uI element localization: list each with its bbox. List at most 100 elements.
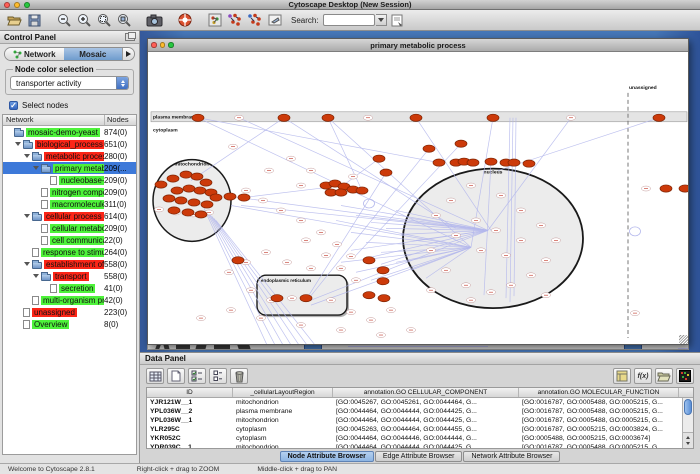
tree-row[interactable]: metabolic process280(0) <box>3 150 136 162</box>
expand-arrow-icon[interactable] <box>24 262 30 266</box>
search-dropdown-button[interactable] <box>376 14 387 26</box>
vizmapper-button[interactable] <box>205 11 224 29</box>
network-node[interactable] <box>278 114 290 121</box>
network-node[interactable] <box>380 169 392 176</box>
network-node[interactable] <box>363 292 375 299</box>
tree-row[interactable]: establishment of lo558(0) <box>3 258 136 270</box>
tree-row[interactable]: cellular metabo209(0) <box>3 222 136 234</box>
column-header[interactable]: annotation.GO CELLULAR_COMPONENT <box>333 388 519 397</box>
float-panel-icon[interactable] <box>125 33 135 41</box>
network-node[interactable] <box>373 155 385 162</box>
function-builder-button[interactable]: f(x) <box>634 368 652 384</box>
network-node[interactable] <box>168 207 180 214</box>
tree-row[interactable]: primary metabo209(... <box>3 162 136 174</box>
tree-row[interactable]: cellular process614(0) <box>3 210 136 222</box>
network-node[interactable] <box>171 187 183 194</box>
delete-attribute-button[interactable] <box>230 368 248 384</box>
snapshot-camera-button[interactable] <box>145 11 164 29</box>
open-attribute-file-button[interactable] <box>655 368 673 384</box>
create-attribute-button[interactable] <box>167 368 185 384</box>
network-node[interactable] <box>433 159 445 166</box>
attribute-matrix-button[interactable] <box>676 368 694 384</box>
network-canvas[interactable]: plasma membranecytoplasmendoplasmic reti… <box>148 52 688 344</box>
node-color-dropdown[interactable]: transporter activity <box>10 76 129 90</box>
network-node[interactable] <box>195 211 207 218</box>
network-node[interactable] <box>191 173 203 180</box>
network-node[interactable] <box>377 267 389 274</box>
network-node[interactable] <box>192 114 204 121</box>
network-node[interactable] <box>487 114 499 121</box>
network-node[interactable] <box>377 278 389 285</box>
network-node[interactable] <box>238 194 250 201</box>
table-row[interactable]: YDR039C__1mitochondrion[GO:0044464, GO:0… <box>147 443 693 449</box>
attribute-list-button[interactable] <box>209 368 227 384</box>
network-graph[interactable]: plasma membranecytoplasmendoplasmic reti… <box>148 52 688 344</box>
network-node[interactable] <box>180 171 192 178</box>
network-node[interactable] <box>322 114 334 121</box>
attribute-checklist-button[interactable] <box>188 368 206 384</box>
tree-column-nodes[interactable]: Nodes <box>104 115 137 125</box>
network-node[interactable] <box>200 179 212 186</box>
network-node[interactable] <box>356 187 368 194</box>
column-header[interactable]: ID <box>147 388 233 397</box>
tab-mosaic[interactable]: Mosaic <box>64 48 123 60</box>
select-nodes-checkbox[interactable]: ✓ <box>9 101 18 110</box>
tree-row[interactable]: macromolecule311(0) <box>3 198 136 210</box>
tabs-overflow-button[interactable] <box>122 48 134 60</box>
tree-row[interactable]: biological_process651(0) <box>3 138 136 150</box>
tree-row[interactable]: secretion41(0) <box>3 282 136 294</box>
search-options-button[interactable] <box>388 11 407 29</box>
zoom-out-button[interactable] <box>55 11 74 29</box>
network-node[interactable] <box>335 189 347 196</box>
column-header[interactable]: _cellularLayoutRegion <box>233 388 333 397</box>
table-row[interactable]: YJR121W__1mitochondrion[GO:0045267, GO:0… <box>147 398 693 407</box>
layout-1-button[interactable] <box>225 11 244 29</box>
tree-row[interactable]: nucleobase-c209(0) <box>3 174 136 186</box>
annotate-button[interactable] <box>265 11 284 29</box>
help-button[interactable] <box>175 11 194 29</box>
tree-row[interactable]: transport558(0) <box>3 270 136 282</box>
network-node[interactable] <box>232 257 244 264</box>
zoom-selected-button[interactable] <box>95 11 114 29</box>
network-node[interactable] <box>183 185 195 192</box>
network-node[interactable] <box>271 295 283 302</box>
tree-row[interactable]: Overview8(0) <box>3 318 136 330</box>
open-button[interactable] <box>5 11 24 29</box>
tree-row[interactable]: response to stimulu264(0) <box>3 246 136 258</box>
network-node[interactable] <box>300 295 312 302</box>
tree-row[interactable]: cell communicat22(0) <box>3 234 136 246</box>
tree-column-network[interactable]: Network <box>3 115 103 125</box>
table-row[interactable]: YPL036W__2plasma membrane[GO:0044464, GO… <box>147 407 693 416</box>
network-node[interactable] <box>155 181 167 188</box>
search-input[interactable] <box>323 14 375 26</box>
scrollbar-arrows[interactable] <box>683 432 693 448</box>
network-node[interactable] <box>363 257 375 264</box>
network-node[interactable] <box>523 160 535 167</box>
table-row[interactable]: YPL036W__1mitochondrion[GO:0044464, GO:0… <box>147 416 693 425</box>
tree-row[interactable]: unassigned223(0) <box>3 306 136 318</box>
network-node[interactable] <box>194 187 206 194</box>
network-node[interactable] <box>378 295 390 302</box>
expand-arrow-icon[interactable] <box>24 214 30 218</box>
network-window-titlebar[interactable]: primary metabolic process <box>148 39 688 52</box>
network-node[interactable] <box>201 201 213 208</box>
attribute-browser-tab[interactable]: Network Attribute Browser <box>463 451 560 462</box>
network-window[interactable]: primary metabolic process plasma membran… <box>147 38 689 345</box>
network-node[interactable] <box>653 114 665 121</box>
column-header[interactable]: annotation.GO MOLECULAR_FUNCTION <box>519 388 679 397</box>
table-scrollbar[interactable] <box>682 398 693 448</box>
expand-arrow-icon[interactable] <box>15 142 21 146</box>
attribute-browser-tab[interactable]: Edge Attribute Browser <box>375 451 463 462</box>
resize-grip[interactable] <box>679 335 688 344</box>
save-button[interactable] <box>25 11 44 29</box>
network-node[interactable] <box>410 114 422 121</box>
network-node[interactable] <box>188 199 200 206</box>
select-attributes-button[interactable] <box>146 368 164 384</box>
tree-row[interactable]: nitrogen compo209(0) <box>3 186 136 198</box>
network-node[interactable] <box>182 209 194 216</box>
expand-arrow-icon[interactable] <box>33 274 39 278</box>
network-node[interactable] <box>455 140 467 147</box>
network-node[interactable] <box>508 159 520 166</box>
network-node[interactable] <box>485 158 497 165</box>
network-node[interactable] <box>224 193 236 200</box>
